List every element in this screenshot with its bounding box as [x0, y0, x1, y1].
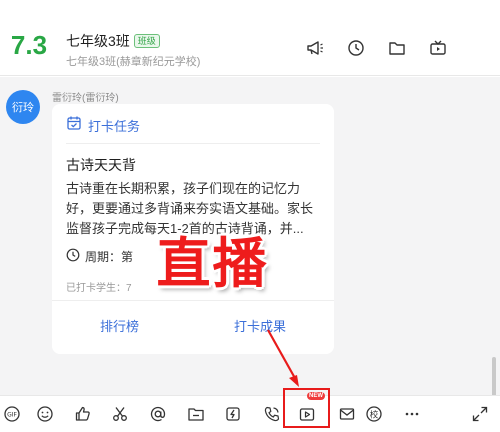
sender-name: 雷衍玲(雷衍玲)	[52, 93, 119, 104]
like-icon[interactable]	[73, 404, 93, 424]
card-title: 古诗天天背	[66, 157, 136, 173]
card-period: 周期：第	[66, 248, 133, 265]
more-icon[interactable]	[402, 404, 422, 424]
expand-icon[interactable]	[470, 404, 490, 424]
sender-avatar[interactable]: 衍玲	[6, 90, 40, 124]
clock-icon	[66, 248, 80, 265]
mail-icon[interactable]	[337, 404, 357, 424]
announcement-icon[interactable]	[305, 38, 325, 58]
call-icon[interactable]	[262, 404, 282, 424]
card-divider	[66, 143, 320, 144]
card-header-label: 打卡任务	[88, 119, 141, 134]
group-title: 七年级3班 班级	[66, 31, 160, 51]
card-period-label: 周期：第	[85, 250, 134, 264]
school-icon[interactable]: 校	[364, 404, 384, 424]
group-avatar[interactable]: 7.3	[8, 24, 50, 66]
group-name: 七年级3班	[66, 33, 130, 49]
scissors-icon[interactable]	[110, 404, 130, 424]
group-tag-badge: 班级	[133, 34, 160, 48]
tv-icon[interactable]	[428, 38, 448, 58]
card-checked-students: 已打卡学生：7	[66, 283, 132, 294]
card-header: 打卡任务	[66, 115, 140, 136]
checkin-results-button[interactable]: 打卡成果	[234, 316, 286, 335]
file-folder-icon[interactable]	[186, 404, 206, 424]
group-subtitle: 七年级3班(赫章新纪元学校)	[66, 56, 201, 68]
chat-scrollbar[interactable]	[492, 357, 496, 395]
emoji-icon[interactable]	[35, 404, 55, 424]
sticker-icon[interactable]: GIF	[2, 404, 22, 424]
calendar-check-icon	[66, 115, 82, 136]
svg-text:GIF: GIF	[7, 412, 17, 419]
flash-icon[interactable]	[223, 404, 243, 424]
new-badge: NEW	[307, 392, 325, 400]
live-caption-overlay: 直播	[135, 218, 290, 298]
mention-icon[interactable]	[148, 404, 168, 424]
live-caption-text: 直播	[156, 231, 269, 295]
input-toolbar: GIF 校	[0, 395, 500, 432]
svg-text:校: 校	[370, 409, 379, 420]
header-actions	[305, 38, 448, 58]
chat-header: 7.3 七年级3班 班级 七年级3班(赫章新纪元学校)	[0, 0, 500, 76]
card-footer-divider	[52, 300, 334, 301]
folder-icon[interactable]	[387, 38, 407, 58]
history-icon[interactable]	[346, 38, 366, 58]
ranking-button[interactable]: 排行榜	[100, 316, 139, 335]
